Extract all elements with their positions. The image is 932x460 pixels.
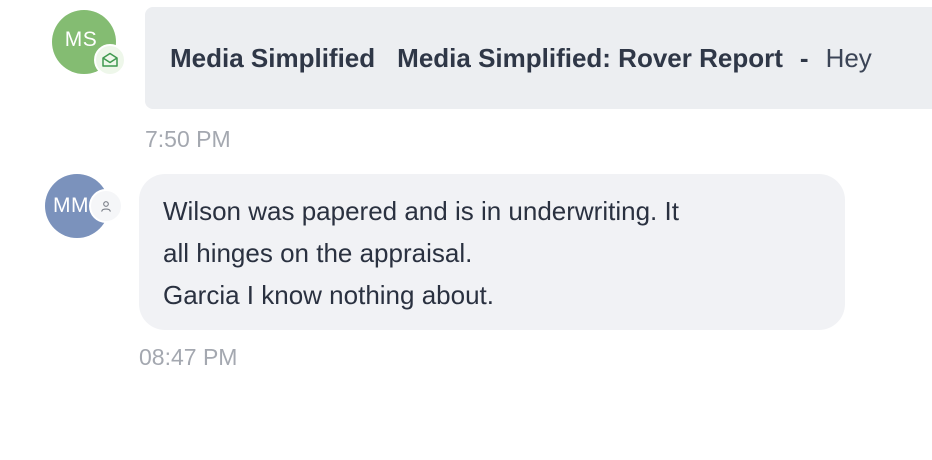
email-preview: Hey: [825, 42, 872, 73]
avatar-initials: MS: [64, 28, 98, 51]
avatar-initials: MM: [53, 194, 89, 217]
person-icon: [89, 189, 123, 223]
message-line: all hinges on the appraisal.: [163, 238, 473, 268]
email-sender: Media Simplified: [170, 42, 376, 73]
conversation-thread: MS Media Simplified Media Simplified: Ro…: [0, 0, 932, 460]
chat-message-bubble[interactable]: Wilson was papered and is in underwritin…: [139, 174, 845, 330]
message-timestamp: 08:47 PM: [139, 344, 238, 370]
message-line: Wilson was papered and is in underwritin…: [163, 196, 679, 226]
message-line: Garcia I know nothing about.: [163, 280, 494, 310]
message-timestamp: 7:50 PM: [145, 126, 231, 152]
email-subject: Media Simplified: Rover Report: [397, 42, 783, 73]
mail-open-icon: [94, 44, 126, 76]
email-message-bubble[interactable]: Media Simplified Media Simplified: Rover…: [145, 7, 932, 109]
subject-separator: -: [799, 42, 809, 73]
